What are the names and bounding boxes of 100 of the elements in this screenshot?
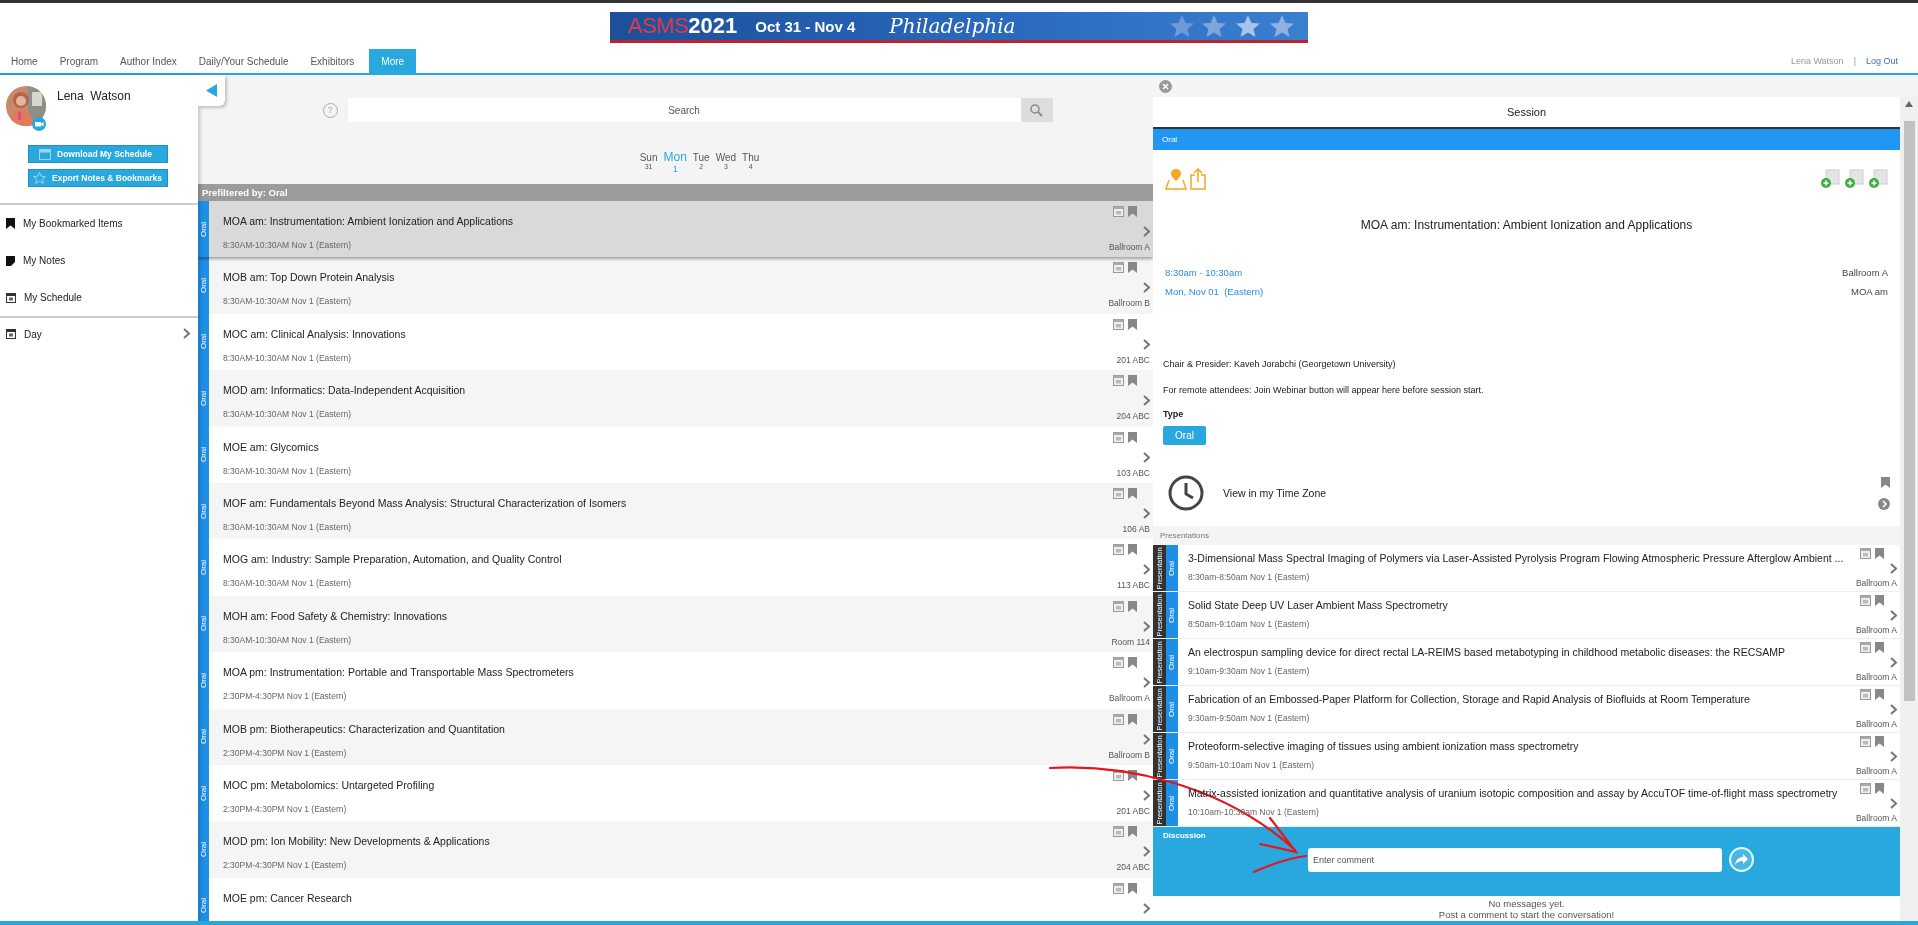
chevron-icon[interactable] bbox=[1143, 846, 1150, 858]
bookmark-icon[interactable] bbox=[1128, 544, 1137, 556]
chevron-icon[interactable] bbox=[1890, 798, 1897, 809]
chevron-icon[interactable] bbox=[1890, 610, 1897, 621]
session-row[interactable]: Oral MOA pm: Instrumentation: Portable and Transportable Mass Spectrometers 2:30PM-4:30PM Nov 1 (Eastern) Ballroom A bbox=[198, 652, 1153, 709]
chevron-icon[interactable] bbox=[1143, 395, 1150, 407]
session-row[interactable]: Oral MOD am: Informatics: Data-Independent Acquisition 8:30AM-10:30AM Nov 1 (Eastern) 204 ABC bbox=[198, 370, 1153, 427]
calendar-icon[interactable] bbox=[1860, 783, 1871, 794]
timezone-link[interactable]: View in my Time Zone bbox=[1223, 487, 1860, 499]
send-button[interactable] bbox=[1729, 847, 1754, 872]
calendar-icon[interactable] bbox=[1113, 262, 1124, 274]
chevron-icon[interactable] bbox=[1143, 677, 1150, 689]
bookmark-icon[interactable] bbox=[1128, 882, 1137, 894]
nav-tab[interactable]: Home bbox=[0, 49, 49, 73]
bookmark-icon[interactable] bbox=[1128, 769, 1137, 781]
bookmark-icon[interactable] bbox=[1128, 713, 1137, 725]
session-row[interactable]: Oral MOE am: Glycomics 8:30AM-10:30AM Nov 1 (Eastern) 103 ABC bbox=[198, 426, 1153, 483]
calendar-icon[interactable] bbox=[1860, 642, 1871, 653]
map-pin-icon[interactable] bbox=[1165, 168, 1187, 190]
bookmark-icon[interactable] bbox=[1128, 318, 1137, 330]
oral-tag: Oral bbox=[198, 764, 209, 822]
calendar-icon[interactable] bbox=[1860, 736, 1871, 747]
bookmark-icon[interactable] bbox=[1128, 487, 1137, 499]
session-row[interactable]: Oral MOC pm: Metabolomics: Untargeted Profiling 2:30PM-4:30PM Nov 1 (Eastern) 201 ABC bbox=[198, 764, 1153, 822]
chevron-icon[interactable] bbox=[1890, 704, 1897, 715]
calendar-icon[interactable] bbox=[1113, 826, 1124, 838]
arrow-circle-icon[interactable] bbox=[1878, 497, 1890, 510]
session-row[interactable]: Oral MOA am: Instrumentation: Ambient Ionization and Applications 8:30AM-10:30AM Nov 1 (Eastern) Ballroom A bbox=[198, 201, 1153, 258]
sidebar-item[interactable]: My Notes bbox=[0, 242, 198, 279]
bookmark-icon[interactable] bbox=[1875, 736, 1884, 747]
add-calendar-icon[interactable] bbox=[1820, 169, 1840, 189]
chevron-icon[interactable] bbox=[1143, 620, 1150, 632]
bookmark-icon[interactable] bbox=[1128, 657, 1137, 669]
bookmark-icon[interactable] bbox=[1128, 826, 1137, 838]
nav-tab[interactable]: Exhibitors bbox=[299, 49, 366, 73]
calendar-icon[interactable] bbox=[1113, 318, 1124, 330]
session-row[interactable]: Oral MOF am: Fundamentals Beyond Mass Analysis: Structural Characterization of Isomers 8:30AM-10:30AM Nov 1 (Eastern) 106 AB bbox=[198, 482, 1153, 540]
calendar-icon[interactable] bbox=[1860, 548, 1871, 559]
chevron-icon[interactable] bbox=[1890, 563, 1897, 574]
sidebar-item[interactable]: My Bookmarked Items bbox=[0, 205, 198, 242]
calendar-icon[interactable] bbox=[1860, 595, 1871, 606]
calendar-icon[interactable] bbox=[1113, 769, 1124, 781]
session-row[interactable]: Oral MOB am: Top Down Protein Analysis 8:30AM-10:30AM Nov 1 (Eastern) Ballroom B bbox=[198, 257, 1153, 314]
chevron-icon[interactable] bbox=[1143, 338, 1150, 350]
scrollbar-thumb[interactable] bbox=[1903, 121, 1915, 701]
sidebar-item[interactable]: Day bbox=[0, 318, 198, 350]
chevron-icon[interactable] bbox=[1143, 451, 1150, 463]
chevron-icon[interactable] bbox=[1890, 657, 1897, 668]
share-icon[interactable] bbox=[1189, 168, 1207, 190]
chevron-icon[interactable] bbox=[1143, 733, 1150, 745]
session-row[interactable]: Oral MOD pm: Ion Mobility: New Developments & Applications 2:30PM-4:30PM Nov 1 (Eastern) 204 ABC bbox=[198, 821, 1153, 878]
bookmark-icon[interactable] bbox=[1875, 548, 1884, 559]
bookmark-icon[interactable] bbox=[1128, 600, 1137, 612]
calendar-icon[interactable] bbox=[1113, 657, 1124, 669]
calendar-icon[interactable] bbox=[1113, 206, 1124, 217]
chevron-icon[interactable] bbox=[1143, 902, 1150, 914]
bookmark-icon[interactable] bbox=[1875, 689, 1884, 700]
session-row[interactable]: Oral MOB pm: Biotherapeutics: Characterization and Quantitation 2:30PM-4:30PM Nov 1 (Eastern) Ballroom B bbox=[198, 708, 1153, 765]
chevron-icon[interactable] bbox=[1143, 282, 1150, 294]
scroll-up-icon[interactable] bbox=[1905, 101, 1913, 107]
bookmark-icon[interactable] bbox=[1875, 783, 1884, 794]
chevron-icon[interactable] bbox=[1143, 789, 1150, 801]
session-row[interactable]: Oral MOE pm: Cancer Research bbox=[198, 877, 1153, 921]
close-button[interactable] bbox=[1159, 79, 1172, 93]
session-row[interactable]: Oral MOH am: Food Safety & Chemistry: Innovations 8:30AM-10:30AM Nov 1 (Eastern) Room 114 bbox=[198, 595, 1153, 653]
sidebar-item[interactable]: My Schedule bbox=[0, 279, 198, 316]
chevron-icon[interactable] bbox=[1143, 226, 1150, 237]
clock-icon[interactable] bbox=[1167, 474, 1205, 512]
calendar-icon[interactable] bbox=[1860, 689, 1871, 700]
chevron-icon[interactable] bbox=[183, 327, 190, 339]
calendar-icon[interactable] bbox=[1113, 544, 1124, 556]
calendar-icon[interactable] bbox=[1113, 487, 1124, 499]
bookmark-icon[interactable] bbox=[1875, 642, 1884, 653]
logout-link[interactable]: Log Out bbox=[1865, 56, 1898, 66]
session-row[interactable]: Oral MOG am: Industry: Sample Preparation, Automation, and Quality Control 8:30AM-10:30AM Nov 1 (Eastern) 113 ABC bbox=[198, 539, 1153, 596]
nav-tab[interactable]: Daily/Your Schedule bbox=[187, 49, 300, 73]
bookmark-icon[interactable] bbox=[1128, 375, 1137, 387]
add-note-icon[interactable] bbox=[1868, 169, 1888, 189]
chevron-icon[interactable] bbox=[1143, 564, 1150, 576]
close-icon bbox=[1162, 82, 1169, 90]
calendar-icon[interactable] bbox=[1113, 713, 1124, 725]
calendar-icon[interactable] bbox=[1113, 882, 1124, 894]
nav-tab[interactable]: Author Index bbox=[109, 49, 188, 73]
search-field[interactable]: Search bbox=[347, 98, 1021, 122]
add-bookmark-icon[interactable] bbox=[1844, 169, 1864, 189]
bookmark-icon[interactable] bbox=[1881, 476, 1890, 488]
calendar-icon[interactable] bbox=[1113, 600, 1124, 612]
search-button[interactable] bbox=[1020, 98, 1053, 122]
calendar-icon[interactable] bbox=[1113, 375, 1124, 387]
bookmark-icon[interactable] bbox=[1875, 595, 1884, 606]
bookmark-icon[interactable] bbox=[1128, 262, 1137, 274]
collapse-button[interactable] bbox=[198, 75, 225, 106]
session-row[interactable]: Oral MOC am: Clinical Analysis: Innovations 8:30AM-10:30AM Nov 1 (Eastern) 201 ABC bbox=[198, 313, 1153, 371]
comment-field[interactable]: Enter comment bbox=[1308, 847, 1722, 872]
chevron-icon[interactable] bbox=[1143, 507, 1150, 519]
bookmark-icon[interactable] bbox=[1128, 206, 1137, 217]
bookmark-icon[interactable] bbox=[1128, 431, 1137, 443]
nav-tab[interactable]: Program bbox=[48, 49, 110, 73]
calendar-icon[interactable] bbox=[1113, 431, 1124, 443]
chevron-icon[interactable] bbox=[1890, 751, 1897, 762]
